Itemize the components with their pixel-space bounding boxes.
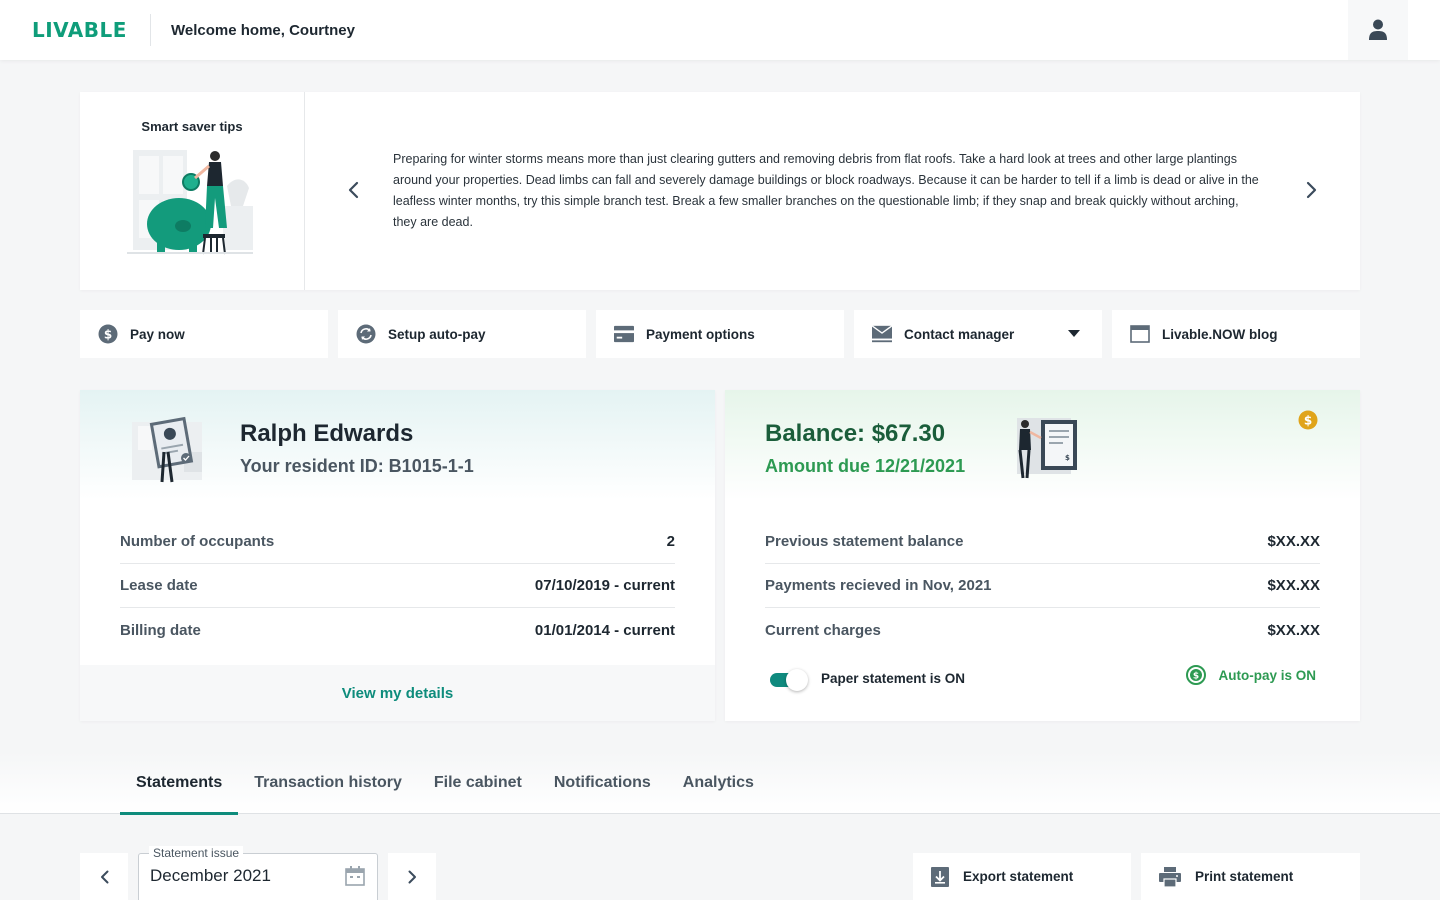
autopay-dollar-icon: $ <box>1186 665 1207 685</box>
tip-text: Preparing for winter storms means more t… <box>393 152 1259 229</box>
balance-amount: Balance: $67.30 <box>765 420 946 447</box>
row-value: 01/01/2014 - current <box>534 621 675 639</box>
printer-icon <box>1159 866 1181 887</box>
payments-received-row: Payments recieved in Nov, 2021 $XX.XX <box>765 564 1320 608</box>
chevron-right-icon <box>1306 181 1317 199</box>
tab-statements[interactable]: Statements <box>120 752 239 815</box>
row-label: Current charges <box>765 621 881 639</box>
export-statement-label: Export statement <box>963 869 1074 884</box>
envelope-icon <box>872 324 892 344</box>
next-statement-button[interactable] <box>388 853 436 900</box>
smart-saver-tips-card: Smart saver tips Preparing for winter st… <box>80 92 1360 290</box>
chevron-left-icon <box>100 870 108 883</box>
svg-text:$: $ <box>1065 454 1070 462</box>
occupants-row: Number of occupants 2 <box>120 520 675 564</box>
tips-header-panel: Smart saver tips <box>80 92 305 290</box>
lease-date-row: Lease date 07/10/2019 - current <box>120 564 675 608</box>
statement-issue-label: Statement issue <box>149 846 244 860</box>
livable-logo[interactable]: LIVABLE <box>32 18 150 42</box>
tips-next-button[interactable] <box>1300 178 1324 202</box>
previous-balance-row: Previous statement balance $XX.XX <box>765 520 1320 564</box>
svg-text:$: $ <box>104 328 112 342</box>
resident-info-card: Ralph Edwards Your resident ID: B1015-1-… <box>80 390 715 721</box>
header-divider <box>150 14 151 46</box>
view-my-details-link[interactable]: View my details <box>80 665 715 721</box>
calendar-icon[interactable] <box>345 866 365 886</box>
balance-breakdown-list: Previous statement balance $XX.XX Paymen… <box>765 520 1320 652</box>
current-charges-row: Current charges $XX.XX <box>765 608 1320 652</box>
tips-title: Smart saver tips <box>141 119 243 134</box>
resident-name: Ralph Edwards <box>240 420 414 447</box>
user-account-button[interactable] <box>1348 0 1408 60</box>
balance-card: Balance: $67.30 Amount due 12/21/2021 $ … <box>725 390 1360 721</box>
autopay-status-label: Auto-pay is ON <box>1218 667 1316 683</box>
autopay-status-link[interactable]: $ Auto-pay is ON <box>1186 665 1316 685</box>
livable-now-blog-button[interactable]: Livable.NOW blog <box>1112 310 1360 358</box>
tab-transaction-history[interactable]: Transaction history <box>238 752 418 814</box>
download-icon <box>931 866 949 887</box>
amount-due-date: Amount due 12/21/2021 <box>765 456 966 476</box>
row-label: Payments recieved in Nov, 2021 <box>765 577 992 594</box>
row-value: $XX.XX <box>1267 533 1320 550</box>
row-label: Previous statement balance <box>765 533 964 550</box>
resident-details-list: Number of occupants 2 Lease date 07/10/2… <box>120 520 675 652</box>
pay-now-label: Pay now <box>130 326 185 342</box>
paper-statement-label: Paper statement is ON <box>821 671 966 686</box>
caret-down-icon <box>1068 330 1080 337</box>
balance-card-header: Balance: $67.30 Amount due 12/21/2021 $ … <box>725 390 1360 500</box>
tab-file-cabinet[interactable]: File cabinet <box>418 752 538 814</box>
row-value: $XX.XX <box>1267 577 1320 594</box>
row-value: 2 <box>666 533 675 550</box>
previous-statement-button[interactable] <box>80 853 128 900</box>
export-statement-button[interactable]: Export statement <box>913 853 1131 900</box>
billing-date-row: Billing date 01/01/2014 - current <box>120 608 675 652</box>
tabs-list: Statements Transaction history File cabi… <box>120 752 770 815</box>
statement-issue-field[interactable]: Statement issue <box>138 846 378 900</box>
setup-auto-pay-button[interactable]: Setup auto-pay <box>338 310 586 358</box>
chevron-right-icon <box>408 870 416 883</box>
tips-carousel: Preparing for winter storms means more t… <box>305 92 1360 290</box>
welcome-message: Welcome home, Courtney <box>171 21 355 39</box>
payment-options-button[interactable]: Payment options <box>596 310 844 358</box>
livable-now-blog-label: Livable.NOW blog <box>1162 326 1278 342</box>
statement-illustration-icon: $ <box>1017 418 1077 479</box>
balance-settings-footer: Paper statement is ON $ Auto-pay is ON <box>765 665 1320 698</box>
row-value: 07/10/2019 - current <box>534 577 675 594</box>
resident-id-illustration-icon <box>132 416 202 483</box>
dollar-circle-icon: $ <box>98 324 118 344</box>
row-label: Lease date <box>120 577 198 594</box>
top-header: LIVABLE Welcome home, Courtney <box>0 0 1440 60</box>
svg-text:$: $ <box>1193 672 1199 682</box>
browser-window-icon <box>1130 324 1150 344</box>
statement-issue-input[interactable] <box>150 866 330 886</box>
row-label: Billing date <box>120 621 201 639</box>
paper-statement-toggle[interactable] <box>770 669 808 691</box>
user-icon <box>1369 19 1387 40</box>
tips-previous-button[interactable] <box>341 178 365 202</box>
contact-manager-label: Contact manager <box>904 326 1015 342</box>
row-value: $XX.XX <box>1267 621 1320 639</box>
print-statement-button[interactable]: Print statement <box>1141 853 1360 900</box>
coin-icon[interactable]: $ <box>1298 410 1318 430</box>
row-label: Number of occupants <box>120 533 275 550</box>
autopay-cycle-icon <box>356 324 376 344</box>
pay-now-button[interactable]: $ Pay now <box>80 310 328 358</box>
svg-text:$: $ <box>1304 414 1312 428</box>
resident-id: Your resident ID: B1015-1-1 <box>240 456 474 476</box>
toggle-knob <box>786 669 808 691</box>
tab-analytics[interactable]: Analytics <box>667 752 770 814</box>
piggy-bank-illustration-icon <box>127 150 253 255</box>
statements-tab-bar: Statements Transaction history File cabi… <box>0 752 1440 815</box>
quick-actions-bar: $ Pay now Setup auto-pay Payment options… <box>80 310 1360 358</box>
print-statement-label: Print statement <box>1195 869 1294 884</box>
tab-notifications[interactable]: Notifications <box>538 752 667 814</box>
credit-card-icon <box>614 324 634 344</box>
chevron-left-icon <box>348 181 359 199</box>
payment-options-label: Payment options <box>646 326 755 342</box>
setup-auto-pay-label: Setup auto-pay <box>388 326 486 342</box>
resident-card-header: Ralph Edwards Your resident ID: B1015-1-… <box>80 390 715 500</box>
contact-manager-dropdown[interactable]: Contact manager <box>854 310 1102 358</box>
